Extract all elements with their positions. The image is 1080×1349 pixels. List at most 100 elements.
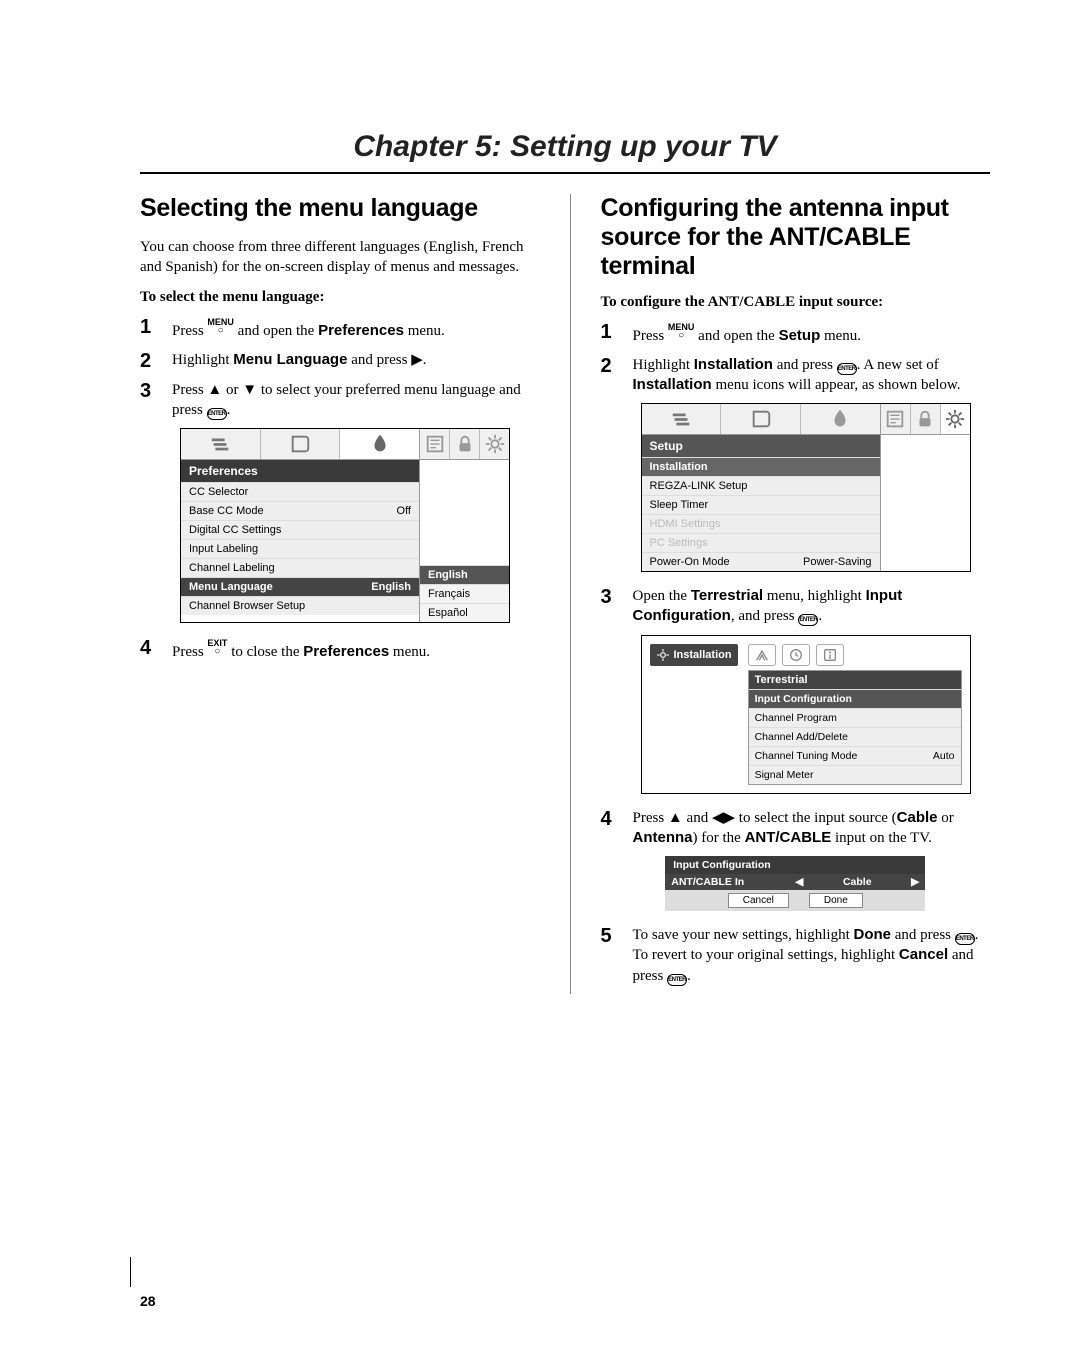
- section-title-right: Configuring the antenna input source for…: [601, 194, 991, 280]
- tab-icon: [721, 404, 801, 434]
- text-bold: Done: [854, 926, 892, 943]
- menu-button-icon: MENU: [207, 316, 234, 334]
- tab-icons-row: [181, 429, 419, 460]
- text: Press: [633, 328, 668, 344]
- setup-header: Setup: [642, 435, 880, 457]
- subhead-left: To select the menu language:: [140, 289, 530, 306]
- text: and press: [773, 357, 837, 373]
- chapter-title: Chapter 5: Setting up your TV: [140, 130, 990, 164]
- input-config-row: ANT/CABLE In ◀ Cable ▶: [665, 874, 925, 890]
- left-arrow-icon: ◀: [712, 809, 724, 826]
- input-config-header: Input Configuration: [665, 856, 925, 874]
- text: to select the input source (: [735, 810, 897, 826]
- text: . A new set of: [857, 357, 939, 373]
- menu-row: Channel Browser Setup: [181, 596, 419, 615]
- info-icon: [816, 644, 844, 666]
- text: Press: [172, 323, 207, 339]
- text-bold: Installation: [633, 376, 712, 393]
- menu-row-disabled: HDMI Settings: [642, 514, 880, 533]
- tab-icon: [642, 404, 722, 434]
- text-bold: Cable: [897, 809, 938, 826]
- text: To save your new settings, highlight: [633, 927, 854, 943]
- gear-icon: [941, 404, 970, 434]
- text-bold: Preferences: [303, 643, 389, 660]
- right-arrow-icon: ▶: [411, 351, 423, 368]
- tab-icon: [261, 429, 341, 459]
- tab-icons-row: [881, 404, 970, 435]
- tab-icon-active: [340, 429, 419, 459]
- step-number: 5: [601, 925, 619, 947]
- lock-icon: [450, 429, 480, 459]
- text: Highlight: [172, 352, 233, 368]
- intro-text: You can choose from three different lang…: [140, 237, 530, 278]
- menu-row-selected: Input Configuration: [749, 689, 961, 708]
- menu-row: Signal Meter: [749, 765, 961, 784]
- enter-button-icon: ENTER: [667, 974, 687, 986]
- text: or: [938, 810, 954, 826]
- right-column: Configuring the antenna input source for…: [570, 194, 991, 994]
- text: Press: [172, 382, 207, 398]
- menu-row: Power-On ModePower-Saving: [642, 552, 880, 571]
- step-4-left: 4 Press EXIT to close the Preferences me…: [140, 637, 530, 662]
- tab-icons-row: [420, 429, 509, 460]
- step-number: 4: [601, 808, 619, 830]
- page-rule: [130, 1257, 131, 1287]
- submenu-icons: [748, 644, 962, 666]
- setup-screenshot: Setup Installation REGZA-LINK Setup Slee…: [641, 403, 971, 572]
- enter-button-icon: ENTER: [837, 363, 857, 375]
- text-bold: Cancel: [899, 946, 948, 963]
- lock-icon: [911, 404, 941, 434]
- text: menu icons will appear, as shown below.: [712, 377, 961, 393]
- exit-button-icon: EXIT: [207, 637, 227, 655]
- text: menu.: [389, 644, 430, 660]
- text: ) for the: [693, 830, 745, 846]
- text: Highlight: [633, 357, 694, 373]
- option: Français: [420, 584, 509, 603]
- text: , and press: [731, 608, 799, 624]
- step-3-left: 3 Press ▲ or ▼ to select your preferred …: [140, 380, 530, 421]
- text: to close the: [227, 644, 303, 660]
- text: menu, highlight: [763, 588, 866, 604]
- text-bold: ANT/CABLE: [745, 829, 832, 846]
- menu-row: Channel Program: [749, 708, 961, 727]
- text: and: [683, 810, 712, 826]
- text: or: [222, 382, 242, 398]
- step-4-right: 4 Press ▲ and ◀▶ to select the input sou…: [601, 808, 991, 849]
- preferences-header: Preferences: [181, 460, 419, 482]
- terrestrial-screenshot: Installation Terrestrial Input Configura…: [641, 635, 971, 794]
- enter-button-icon: ENTER: [798, 614, 818, 626]
- option: Español: [420, 603, 509, 622]
- menu-row: REGZA-LINK Setup: [642, 476, 880, 495]
- option-selected: English: [420, 565, 509, 584]
- menu-row: Channel Labeling: [181, 558, 419, 577]
- menu-row-selected: Menu LanguageEnglish: [181, 577, 419, 596]
- tab-icon: [420, 429, 450, 459]
- text: and press: [891, 927, 955, 943]
- row-label: ANT/CABLE In: [671, 876, 795, 888]
- text: Open the: [633, 588, 691, 604]
- up-arrow-icon: ▲: [668, 809, 683, 826]
- enter-button-icon: ENTER: [955, 933, 975, 945]
- step-number: 2: [601, 355, 619, 377]
- menu-row-disabled: PC Settings: [642, 533, 880, 552]
- text: menu.: [820, 328, 861, 344]
- menu-row: Channel Tuning ModeAuto: [749, 746, 961, 765]
- text-bold: Terrestrial: [691, 587, 763, 604]
- menu-row: Channel Add/Delete: [749, 727, 961, 746]
- step-number: 3: [140, 380, 158, 402]
- down-arrow-icon: ▼: [242, 381, 257, 398]
- step-number: 2: [140, 350, 158, 372]
- step-number: 4: [140, 637, 158, 659]
- text: Press: [172, 644, 207, 660]
- text: and open the: [234, 323, 318, 339]
- text-bold: Setup: [779, 327, 821, 344]
- left-arrow-icon: ◀: [795, 876, 803, 888]
- step-number: 3: [601, 586, 619, 608]
- step-2-left: 2 Highlight Menu Language and press ▶.: [140, 350, 530, 372]
- gear-icon: [480, 429, 509, 459]
- text-bold: Preferences: [318, 322, 404, 339]
- clock-icon: [782, 644, 810, 666]
- right-arrow-icon: ▶: [724, 809, 736, 826]
- up-arrow-icon: ▲: [207, 381, 222, 398]
- text: menu.: [404, 323, 445, 339]
